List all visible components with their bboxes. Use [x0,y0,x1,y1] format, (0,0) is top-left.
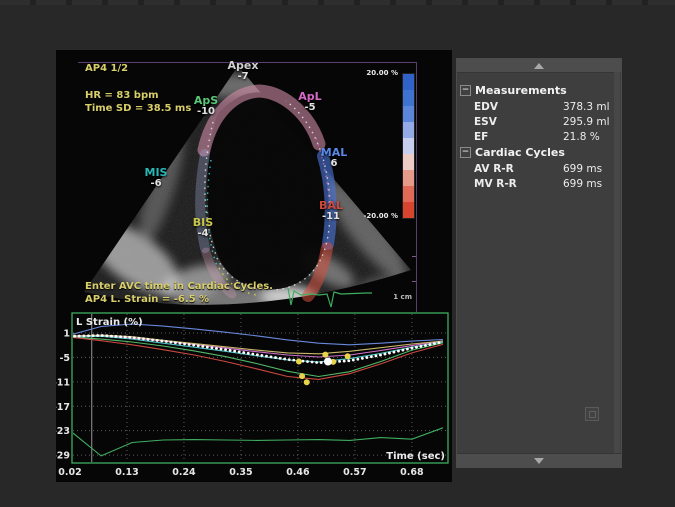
collapse-icon[interactable]: − [460,147,471,158]
svg-text:0.57: 0.57 [343,467,366,478]
svg-text:-17: -17 [56,402,70,413]
svg-text:1: 1 [63,329,70,340]
segment-label-mis: MIS-6 [134,167,178,189]
strain-colorbar [402,73,415,219]
segment-name: ApS [184,95,228,106]
segment-value: 6 [312,158,356,169]
svg-text:0.35: 0.35 [229,467,252,478]
segment-label-bis: BIS-4 [181,217,225,239]
segment-label-mal: MAL6 [312,147,356,169]
svg-text:0.68: 0.68 [400,467,424,478]
svg-text:-5: -5 [59,353,70,364]
colorbar-segment [403,74,414,90]
scroll-down-button[interactable] [457,453,621,467]
measurement-row: ESV295.9 ml [457,114,615,129]
top-toolbar-edge [0,0,675,5]
segment-name: MAL [312,147,356,158]
strain-chart[interactable]: 1 -5 -11 -17 -23 -29 0.02 0.13 0.24 0.35 0.46 0.57 0… [56,308,452,484]
ruler-tick [412,256,416,257]
segment-name: BIS [181,217,225,228]
chart-x-axis-label: Time (sec) [386,451,445,462]
measurement-label: EF [474,131,563,143]
measurement-row: EDV378.3 ml [457,99,615,114]
measurement-value: 699 ms [563,178,602,190]
measurement-value: 378.3 ml [563,101,610,113]
segment-label-apex: Apex-7 [221,60,265,82]
measurement-label: ESV [474,116,563,128]
colorbar-segment [403,90,414,106]
svg-text:0.13: 0.13 [115,467,138,478]
avc-message: Enter AVC time in Cardiac Cycles. [85,281,273,292]
colorbar-segment [403,186,414,202]
collapse-icon[interactable]: − [460,85,471,96]
svg-text:-23: -23 [56,426,70,437]
segment-value: -5 [288,102,332,113]
segment-value: -11 [309,211,353,222]
svg-text:0.46: 0.46 [286,467,310,478]
measurement-row: AV R-R699 ms [457,161,615,176]
svg-text:-29: -29 [56,451,70,462]
peak-marker [296,358,302,364]
measurement-label: MV R-R [474,178,563,190]
measurement-row: MV R-R699 ms [457,176,615,191]
echo-image-view: AP4 1/2 HR = 83 bpm Time SD = 38.5 ms En… [66,60,416,313]
colorbar-segment [403,170,414,186]
peak-marker [304,379,310,385]
scroll-up-icon [534,63,544,69]
time-sd-label: Time SD = 38.5 ms [85,103,191,114]
measurement-value: 699 ms [563,163,602,175]
ruler-tick [412,281,416,282]
strain-curve-bal [70,337,443,379]
segment-name: ApL [288,91,332,102]
measurement-value: 295.9 ml [563,116,610,128]
measurements-panel: −MeasurementsEDV378.3 mlESV295.9 mlEF21.… [456,58,622,468]
colorbar-segment [403,138,414,154]
echo-workspace: AP4 1/2 HR = 83 bpm Time SD = 38.5 ms En… [56,50,452,482]
group-label: Cardiac Cycles [475,146,565,159]
colorbar-segment [403,154,414,170]
view-label: AP4 1/2 [85,63,128,74]
colorbar-segment [403,106,414,122]
group-header[interactable]: −Measurements [457,82,615,99]
segment-value: -10 [184,106,228,117]
segment-value: -4 [181,228,225,239]
group-header[interactable]: −Cardiac Cycles [457,144,615,161]
peak-marker [345,353,351,359]
svg-text:0.02: 0.02 [58,467,81,478]
peak-marker [299,373,305,379]
peak-marker [322,352,328,358]
scroll-down-icon [534,458,544,464]
svg-text:0.24: 0.24 [172,467,196,478]
segment-name: Apex [221,60,265,71]
scroll-up-button[interactable] [457,59,621,73]
measurement-value: 21.8 % [563,131,600,143]
window-icon[interactable] [585,407,599,421]
segment-value: -7 [221,71,265,82]
colorbar-segment [403,202,414,218]
segment-label-bal: BAL-11 [309,200,353,222]
panel-groups: −MeasurementsEDV378.3 mlESV295.9 mlEF21.… [457,72,615,191]
svg-text:-11: -11 [56,377,70,388]
heart-rate-label: HR = 83 bpm [85,90,159,101]
segment-name: BAL [309,200,353,211]
avc-marker [324,357,332,365]
measurement-row: EF21.8 % [457,129,615,144]
segment-value: -6 [134,178,178,189]
chart-title: L Strain (%) [76,317,143,328]
colorbar-max-label: 20.00 % [320,69,398,77]
group-label: Measurements [475,84,567,97]
scale-label: 1 cm [372,293,412,301]
segment-label-aps: ApS-10 [184,95,228,117]
measurement-label: AV R-R [474,163,563,175]
global-strain-label: AP4 L. Strain = -6.5 % [85,294,209,305]
segment-label-apl: ApL-5 [288,91,332,113]
segment-name: MIS [134,167,178,178]
colorbar-segment [403,122,414,138]
measurement-label: EDV [474,101,563,113]
depth-ruler [416,62,417,312]
